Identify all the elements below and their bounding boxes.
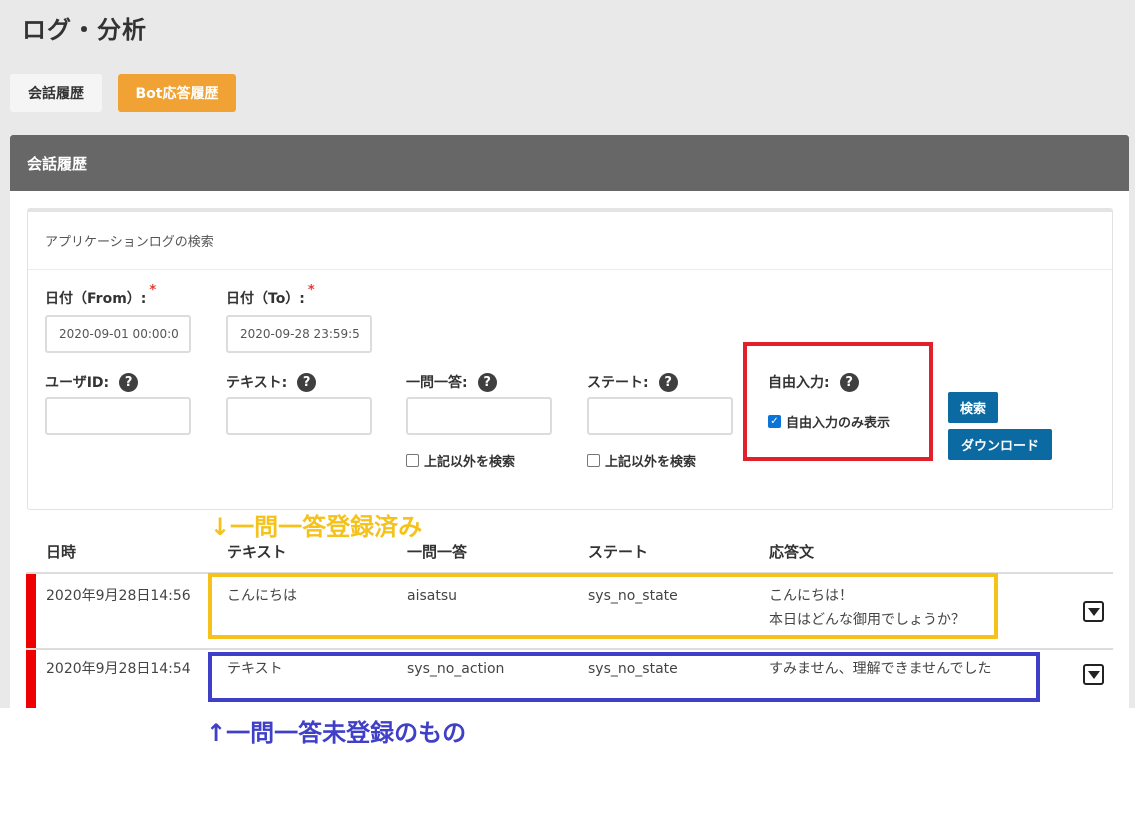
help-icon[interactable]: ?: [477, 372, 497, 392]
search-button[interactable]: 検索: [948, 392, 998, 423]
row-flag: [26, 650, 36, 708]
expand-row-icon[interactable]: [1083, 664, 1104, 685]
user-id-input[interactable]: [45, 397, 191, 435]
column-header-state: ステート: [588, 543, 649, 561]
user-id-label-group: ユーザID: ?: [45, 372, 139, 392]
date-from-label: 日付（From）:: [45, 291, 147, 307]
unregistered-annotation: ↑一問一答未登録のもの: [206, 719, 467, 747]
state-input[interactable]: [587, 397, 733, 435]
date-to-label-group: 日付（To）: *: [226, 283, 315, 308]
qa-exclude-checkbox-group[interactable]: 上記以外を検索: [406, 451, 515, 470]
registered-highlight-box: [208, 573, 998, 639]
qa-label: 一問一答:: [406, 375, 468, 391]
required-mark: *: [149, 282, 157, 298]
help-icon[interactable]: ?: [658, 372, 678, 392]
row-datetime: 2020年9月28日14:56: [46, 588, 191, 604]
qa-label-group: 一問一答: ?: [406, 372, 497, 392]
expand-row-icon[interactable]: [1083, 601, 1104, 622]
registered-annotation: ↓一問一答登録済み: [210, 513, 423, 541]
date-from-label-group: 日付（From）: *: [45, 283, 156, 308]
required-mark: *: [307, 282, 315, 298]
text-label: テキスト:: [226, 375, 288, 391]
panel-title: 会話履歴: [10, 135, 1129, 191]
tab-conversation-history[interactable]: 会話履歴: [10, 74, 102, 112]
state-exclude-checkbox-group[interactable]: 上記以外を検索: [587, 451, 696, 470]
help-icon[interactable]: ?: [297, 372, 317, 392]
user-id-label: ユーザID:: [45, 375, 110, 391]
column-header-text: テキスト: [227, 543, 287, 561]
qa-exclude-label: 上記以外を検索: [424, 455, 516, 470]
search-form: アプリケーションログの検索 日付（From）: * 2020-09-01 00:…: [27, 208, 1113, 510]
text-label-group: テキスト: ?: [226, 372, 317, 392]
state-label: ステート:: [587, 375, 649, 391]
qa-exclude-checkbox[interactable]: [406, 454, 419, 467]
tab-bot-response-history[interactable]: Bot応答履歴: [118, 74, 236, 112]
download-button[interactable]: ダウンロード: [948, 429, 1052, 460]
unregistered-highlight-box: [208, 652, 1040, 702]
search-form-title: アプリケーションログの検索: [28, 212, 1112, 270]
date-to-input[interactable]: 2020-09-28 23:59:5: [226, 315, 372, 353]
state-exclude-checkbox[interactable]: [587, 454, 600, 467]
text-input[interactable]: [226, 397, 372, 435]
date-to-label: 日付（To）:: [226, 291, 305, 307]
page-title: ログ・分析: [22, 16, 147, 44]
date-from-input[interactable]: 2020-09-01 00:00:0: [45, 315, 191, 353]
column-header-datetime: 日時: [46, 543, 77, 561]
qa-input[interactable]: [406, 397, 552, 435]
column-header-response: 応答文: [769, 543, 815, 561]
state-label-group: ステート: ?: [587, 372, 678, 392]
free-input-highlight-box: [743, 342, 933, 461]
row-flag: [26, 574, 36, 648]
state-exclude-label: 上記以外を検索: [605, 455, 697, 470]
help-icon[interactable]: ?: [119, 372, 139, 392]
column-header-qa: 一問一答: [407, 543, 468, 561]
row-datetime: 2020年9月28日14:54: [46, 661, 191, 677]
